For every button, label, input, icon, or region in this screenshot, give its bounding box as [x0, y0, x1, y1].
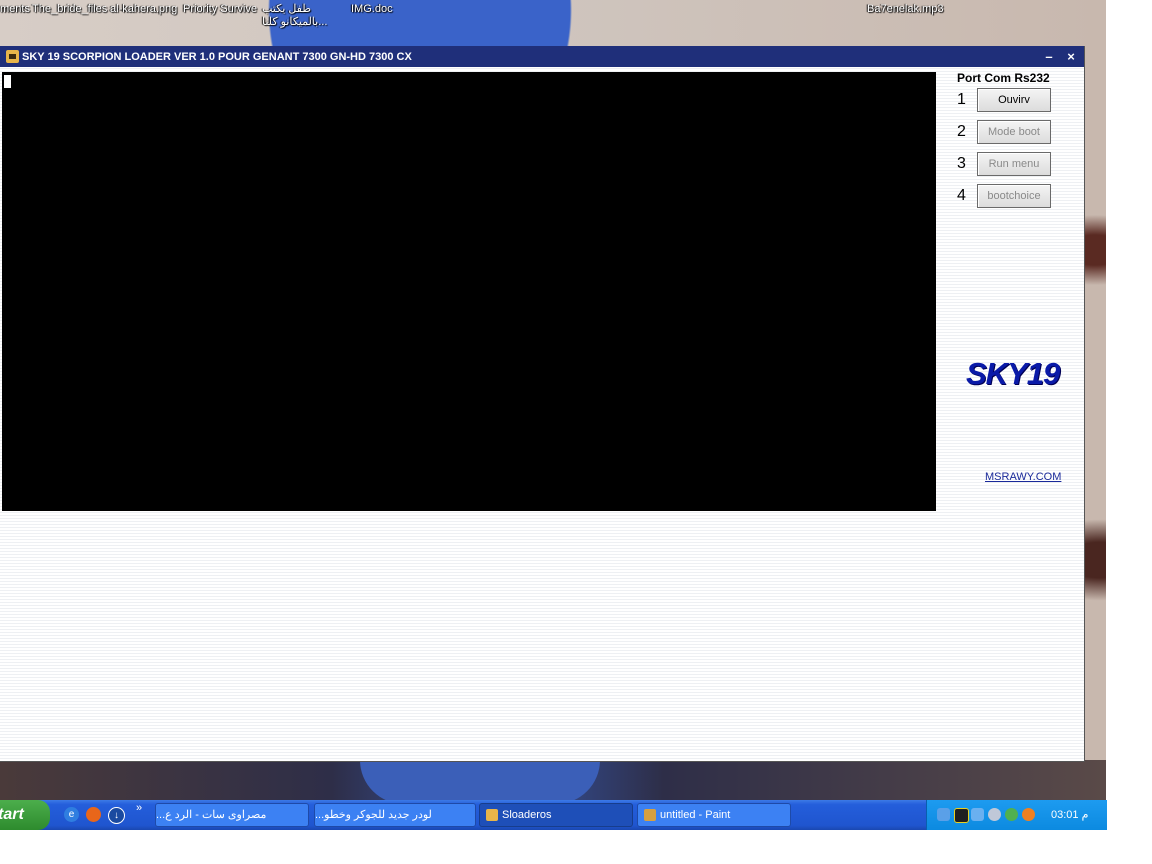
- step-number-3: 3: [957, 155, 966, 172]
- desktop-icon-label-line2[interactable]: ...بالميكانو كلنا: [262, 16, 327, 29]
- taskbar-item-label: لودر جديد للجوكر وخطو...: [315, 809, 432, 821]
- start-button[interactable]: tart: [0, 800, 50, 830]
- security-icon[interactable]: [1005, 808, 1018, 821]
- desktop-icon-label[interactable]: Ba7enelak.mp3: [867, 3, 943, 16]
- quick-launch-overflow-icon[interactable]: »: [136, 802, 142, 814]
- desktop-icon-label[interactable]: The_bride_files: [32, 3, 107, 16]
- taskbar: tart e ↓ » مصراوى سات - الرد ع... لودر ج…: [0, 800, 1107, 830]
- open-port-button[interactable]: Ouvirv: [977, 88, 1051, 112]
- paint-icon: [644, 809, 656, 821]
- scorpion-icon: [486, 809, 498, 821]
- close-button[interactable]: ×: [1060, 49, 1082, 64]
- port-com-title: Port Com Rs232: [957, 71, 1050, 85]
- desktop-icon-label[interactable]: طفل يكتب: [262, 3, 311, 16]
- scorpion-icon: [6, 50, 19, 63]
- serial-console[interactable]: [2, 72, 936, 511]
- desktop-icon-label[interactable]: al-kahera.png: [110, 3, 177, 16]
- window-title: SKY 19 SCORPION LOADER VER 1.0 POUR GENA…: [22, 50, 412, 63]
- taskbar-item-label: Sloaderos: [502, 809, 552, 821]
- ie-icon[interactable]: e: [64, 807, 79, 822]
- desktop-icon-label[interactable]: IMG.doc: [351, 3, 393, 16]
- text-cursor: [4, 75, 11, 88]
- brand-logo: SKY19: [966, 356, 1060, 391]
- minimize-button[interactable]: –: [1038, 49, 1060, 64]
- bootchoice-button[interactable]: bootchoice: [977, 184, 1051, 208]
- media-icon[interactable]: [954, 808, 969, 823]
- download-icon[interactable]: ↓: [108, 807, 125, 824]
- taskbar-item-label: مصراوى سات - الرد ع...: [156, 809, 267, 821]
- loader-window: SKY 19 SCORPION LOADER VER 1.0 POUR GENA…: [0, 46, 1085, 762]
- taskbar-item-folder[interactable]: لودر جديد للجوكر وخطو...: [314, 803, 476, 827]
- mode-boot-button[interactable]: Mode boot: [977, 120, 1051, 144]
- run-menu-button[interactable]: Run menu: [977, 152, 1051, 176]
- taskbar-item-label: untitled - Paint: [660, 809, 731, 821]
- speaker-icon[interactable]: [988, 808, 1001, 821]
- wallpaper-toy: [360, 760, 600, 800]
- website-link[interactable]: MSRAWY.COM: [985, 471, 1061, 483]
- step-number-2: 2: [957, 123, 966, 140]
- taskbar-item-browser[interactable]: مصراوى سات - الرد ع...: [155, 803, 309, 827]
- desktop-icon-label[interactable]: ments: [0, 3, 30, 16]
- network-icon[interactable]: [971, 808, 984, 821]
- network-icon[interactable]: [937, 808, 950, 821]
- window-titlebar[interactable]: SKY 19 SCORPION LOADER VER 1.0 POUR GENA…: [0, 46, 1084, 67]
- firefox-icon[interactable]: [86, 807, 101, 822]
- update-icon[interactable]: [1022, 808, 1035, 821]
- step-number-1: 1: [957, 91, 966, 108]
- taskbar-item-loader[interactable]: Sloaderos: [479, 803, 633, 827]
- clock[interactable]: 03:01 م: [1051, 808, 1088, 821]
- taskbar-item-paint[interactable]: untitled - Paint: [637, 803, 791, 827]
- step-number-4: 4: [957, 187, 966, 204]
- desktop-icon-label[interactable]: Priority Survive: [183, 3, 257, 16]
